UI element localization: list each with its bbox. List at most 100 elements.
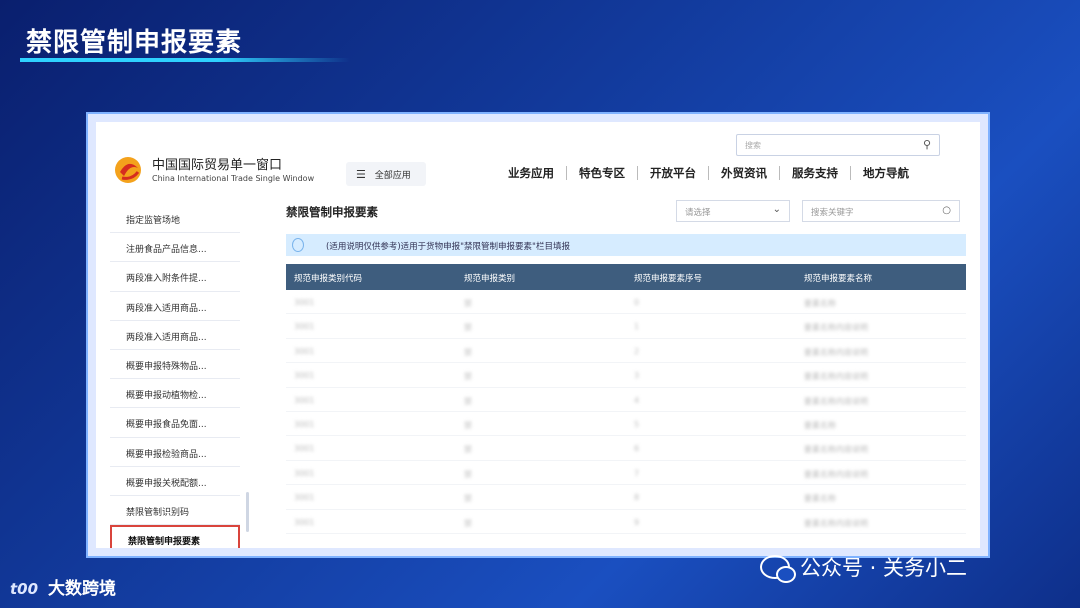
single-window-logo-icon: [115, 157, 141, 183]
table-cell: 禁: [464, 396, 472, 406]
table-cell: 3001: [294, 298, 315, 307]
notice-text: (适用说明仅供参考)适用于货物申报"禁限管制申报要素"栏目填报: [326, 242, 570, 252]
category-select-placeholder: 请选择: [685, 208, 711, 218]
all-apps-button[interactable]: ☰ 全部应用: [346, 162, 426, 186]
search-icon[interactable]: ○: [942, 205, 951, 216]
table-cell: 3001: [294, 493, 315, 503]
table-cell: 禁: [464, 347, 472, 357]
site-search-input[interactable]: 搜索 ⚲: [736, 134, 940, 156]
wechat-caption-text: 公众号 · 关务小二: [800, 556, 968, 580]
site-header: 中国国际贸易单一窗口 China International Trade Sin…: [96, 122, 980, 194]
sidebar-item[interactable]: 指定监管场地: [110, 204, 240, 234]
all-apps-label: 全部应用: [374, 171, 411, 181]
sidebar-scrollbar[interactable]: [246, 492, 249, 532]
brand-logo: t00: [10, 580, 39, 598]
table-row[interactable]: 3001 禁 2 要素名称内容说明: [286, 339, 966, 364]
table-row[interactable]: 3001 禁 8 要素名称: [286, 485, 966, 510]
keyword-search-input[interactable]: 搜索关键字 ○: [802, 200, 960, 222]
nav-item-featured[interactable]: 特色专区: [567, 166, 638, 180]
table-cell: 0: [634, 298, 640, 307]
table-row[interactable]: 3001 禁 0 要素名称: [286, 290, 966, 315]
table-cell: 禁: [464, 299, 472, 308]
column-header: 规范申报类别: [464, 274, 516, 284]
sidebar-item[interactable]: 概要申报食品免面...: [110, 408, 240, 438]
table-cell: 要素名称内容说明: [804, 518, 868, 528]
sidebar-item[interactable]: 两段准入附条件提...: [110, 262, 240, 292]
nav-item-trade-news[interactable]: 外贸资讯: [709, 166, 780, 180]
table-body: 3001 禁 0 要素名称 3001 禁 1 要素名称内容说明 3001 禁 2 要素名称内容说明 30…: [286, 290, 966, 534]
table-cell: 3001: [294, 395, 315, 405]
sidebar-item[interactable]: 两段准入适用商品...: [110, 321, 240, 350]
search-icon[interactable]: ⚲: [923, 138, 931, 151]
table-cell: 禁: [464, 372, 472, 382]
table-cell: 禁: [464, 445, 472, 455]
sidebar-item[interactable]: 概要申报关税配额...: [110, 467, 240, 496]
sidebar-item[interactable]: 禁限管制识别码: [110, 496, 240, 526]
table-cell: 4: [634, 395, 640, 405]
table-cell: 要素名称内容说明: [804, 445, 868, 455]
sidebar-item-active[interactable]: 禁限管制申报要素: [110, 525, 240, 548]
table-row[interactable]: 3001 禁 4 要素名称内容说明: [286, 388, 966, 412]
table-cell: 要素名称: [804, 420, 836, 430]
column-header: 规范申报类别代码: [294, 274, 363, 284]
keyword-search-placeholder: 搜索关键字: [811, 208, 854, 218]
sidebar-item[interactable]: 两段准入适用商品...: [110, 292, 240, 321]
menu-icon: ☰: [356, 168, 366, 181]
table-cell: 禁: [464, 469, 472, 479]
table-cell: 要素名称内容说明: [804, 347, 868, 357]
nav-item-support[interactable]: 服务支持: [780, 166, 851, 180]
sidebar: 指定监管场地 注册食品产品信息... 两段准入附条件提... 两段准入适用商品.…: [110, 204, 240, 548]
table-cell: 3001: [294, 371, 315, 381]
table-cell: 3001: [294, 517, 315, 527]
nav-item-local-nav[interactable]: 地方导航: [851, 166, 921, 180]
table-cell: 要素名称内容说明: [804, 469, 868, 479]
table-cell: 6: [634, 444, 640, 454]
nav-item-business[interactable]: 业务应用: [496, 166, 567, 180]
table-cell: 3001: [294, 322, 315, 332]
sidebar-item[interactable]: 概要申报动植物检...: [110, 379, 240, 409]
table-cell: 禁: [464, 494, 472, 504]
table-row[interactable]: 3001 禁 3 要素名称内容说明: [286, 363, 966, 388]
table-row[interactable]: 3001 禁 9 要素名称内容说明: [286, 510, 966, 534]
table-cell: 要素名称内容说明: [804, 323, 868, 333]
category-select[interactable]: 请选择 ⌄: [676, 200, 790, 222]
site-search-placeholder: 搜索: [745, 141, 761, 150]
title-underline: [20, 58, 350, 62]
table-cell: 7: [634, 468, 640, 478]
column-header: 规范申报要素序号: [634, 274, 703, 284]
site-name-en: China International Trade Single Window: [152, 174, 315, 183]
brand-name: 大数跨境: [47, 579, 116, 599]
table-cell: 3: [634, 371, 640, 381]
table-cell: 2: [634, 346, 640, 356]
table-cell: 1: [634, 322, 640, 332]
table-cell: 9: [634, 517, 640, 527]
table-cell: 8: [634, 493, 640, 503]
table-row[interactable]: 3001 禁 1 要素名称内容说明: [286, 314, 966, 339]
table-row[interactable]: 3001 禁 7 要素名称内容说明: [286, 461, 966, 486]
table-row[interactable]: 3001 禁 6 要素名称内容说明: [286, 436, 966, 461]
sidebar-item[interactable]: 注册食品产品信息...: [110, 233, 240, 263]
sidebar-item[interactable]: 概要申报特殊物品...: [110, 350, 240, 380]
website-screen: 中国国际贸易单一窗口 China International Trade Sin…: [96, 122, 980, 548]
table-cell: 要素名称: [804, 299, 836, 308]
table-cell: 3001: [294, 346, 315, 356]
info-icon: [292, 238, 304, 252]
table-cell: 要素名称内容说明: [804, 372, 868, 382]
screenshot-frame: 中国国际贸易单一窗口 China International Trade Sin…: [86, 112, 990, 558]
table-cell: 要素名称内容说明: [804, 396, 868, 406]
table-cell: 3001: [294, 419, 315, 429]
table-header: 规范申报类别代码 规范申报类别 规范申报要素序号 规范申报要素名称: [286, 264, 966, 290]
chevron-down-icon: ⌄: [772, 204, 781, 215]
column-header: 规范申报要素名称: [804, 274, 873, 284]
sidebar-item[interactable]: 概要申报检验商品...: [110, 438, 240, 467]
nav-item-open-platform[interactable]: 开放平台: [638, 166, 709, 180]
table-cell: 禁: [464, 420, 472, 430]
content-title: 禁限管制申报要素: [286, 205, 378, 219]
table-cell: 5: [634, 419, 640, 429]
table-cell: 禁: [464, 518, 472, 528]
site-name-cn: 中国国际贸易单一窗口: [152, 158, 283, 173]
table-row[interactable]: 3001 禁 5 要素名称: [286, 412, 966, 437]
wechat-caption: 公众号 · 关务小二: [760, 552, 968, 583]
slide-title: 禁限管制申报要素: [26, 28, 243, 58]
table-cell: 禁: [464, 323, 472, 333]
